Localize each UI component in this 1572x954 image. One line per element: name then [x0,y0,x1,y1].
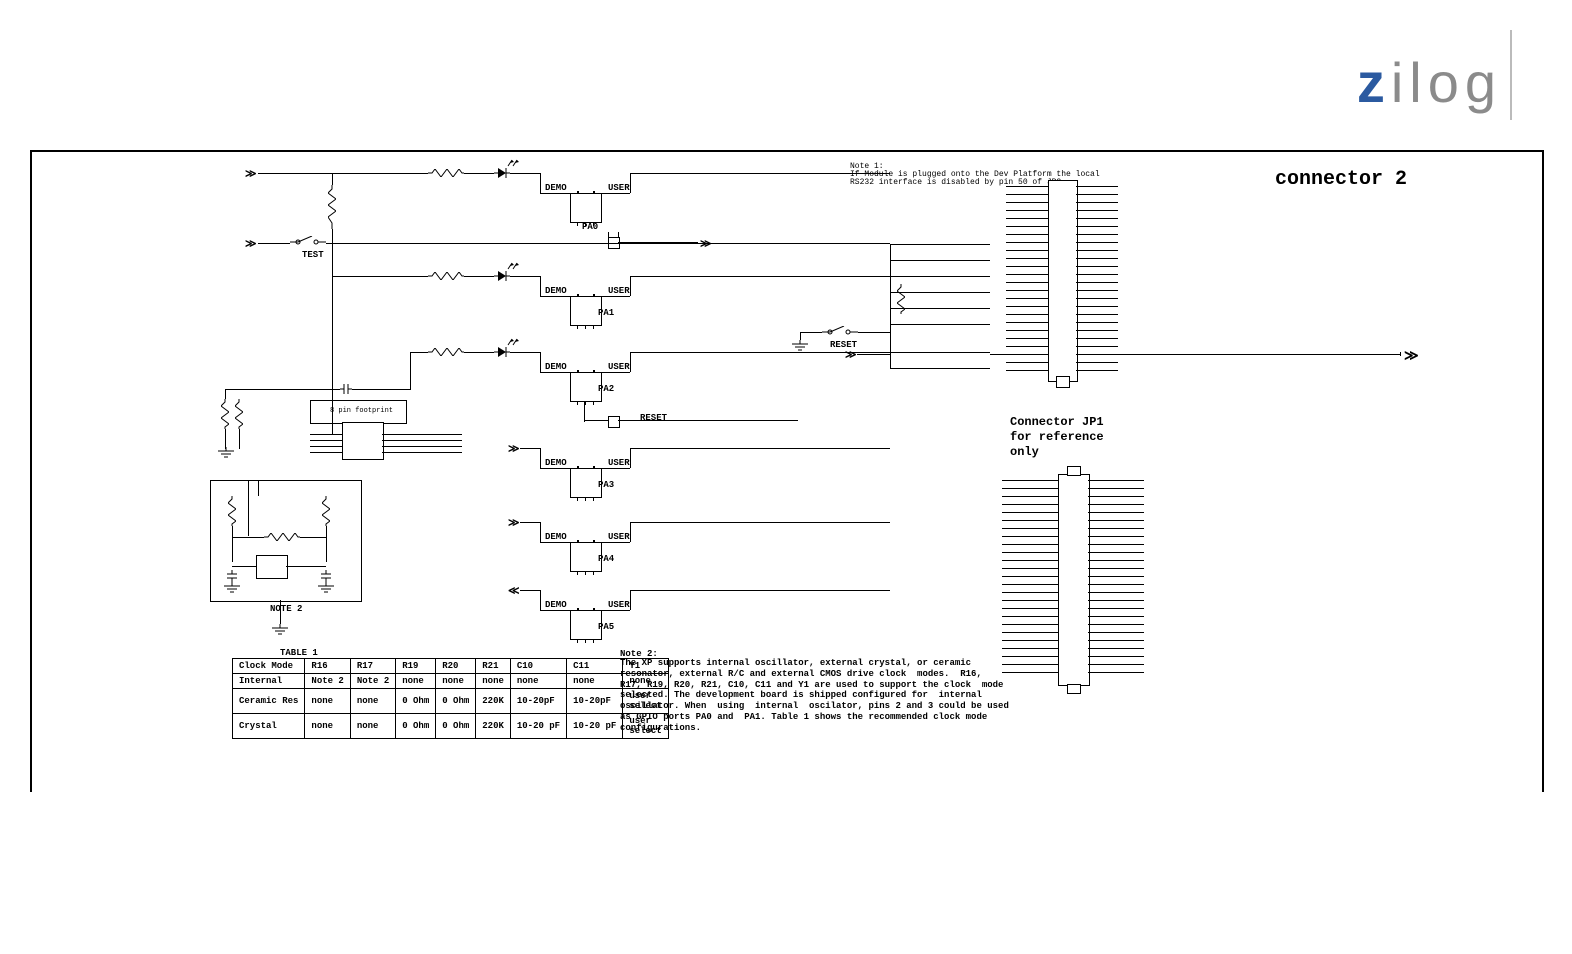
user-label: USER [608,600,630,610]
port-arrow-icon: ≫ [700,237,712,251]
test-label: TEST [302,250,324,260]
jp1-title-c: only [1010,445,1039,459]
port-arrow-icon: ≫ [845,348,857,362]
jp1-title-a: Connector JP1 [1010,415,1104,429]
pa4-label: PA4 [598,554,614,564]
logo-z: z [1357,51,1391,114]
user-label: USER [608,183,630,193]
switch-test [290,236,326,248]
connector-jp1 [1002,470,1162,690]
crystal [256,555,288,579]
table-1-title: TABLE 1 [280,648,318,658]
table-1: Clock ModeR16R17R19R20R21C10C11Y1 Intern… [232,658,669,739]
jp1-title-b: for reference [1010,430,1104,444]
jumper-pa0 [570,193,602,223]
port-arrow-icon: ≫ [1404,348,1419,365]
footprint-label: 8 pin footprint [330,407,393,415]
demo-label: DEMO [545,286,567,296]
user-label: USER [608,286,630,296]
connector-2-title: connector 2 [1275,168,1407,191]
user-label: USER [608,532,630,542]
pa3-label: PA3 [598,480,614,490]
switch-reset [822,326,858,338]
port-arrow-icon: ≫ [245,167,257,181]
reset-label: RESET [640,413,667,423]
logo-text: ilog [1391,51,1502,114]
demo-label: DEMO [545,458,567,468]
ic-block [342,422,384,460]
demo-label: DEMO [545,532,567,542]
user-label: USER [608,458,630,468]
note-2-body: The XP supports internal oscillator, ext… [620,658,1009,734]
demo-label: DEMO [545,362,567,372]
pa2-label: PA2 [598,384,614,394]
pa0-label: PA0 [582,222,598,232]
demo-label: DEMO [545,183,567,193]
connector-2 [1020,180,1120,390]
port-arrow-icon: ≫ [508,516,520,530]
port-arrow-icon: ≪ [508,584,520,598]
button-reset-a [608,416,620,428]
logo-divider [1510,30,1512,120]
user-label: USER [608,362,630,372]
pa5-label: PA5 [598,622,614,632]
demo-label: DEMO [545,600,567,610]
port-arrow-icon: ≫ [508,442,520,456]
pa1-label: PA1 [598,308,614,318]
port-arrow-icon: ≫ [245,237,257,251]
note2-label: NOTE 2 [270,604,302,614]
